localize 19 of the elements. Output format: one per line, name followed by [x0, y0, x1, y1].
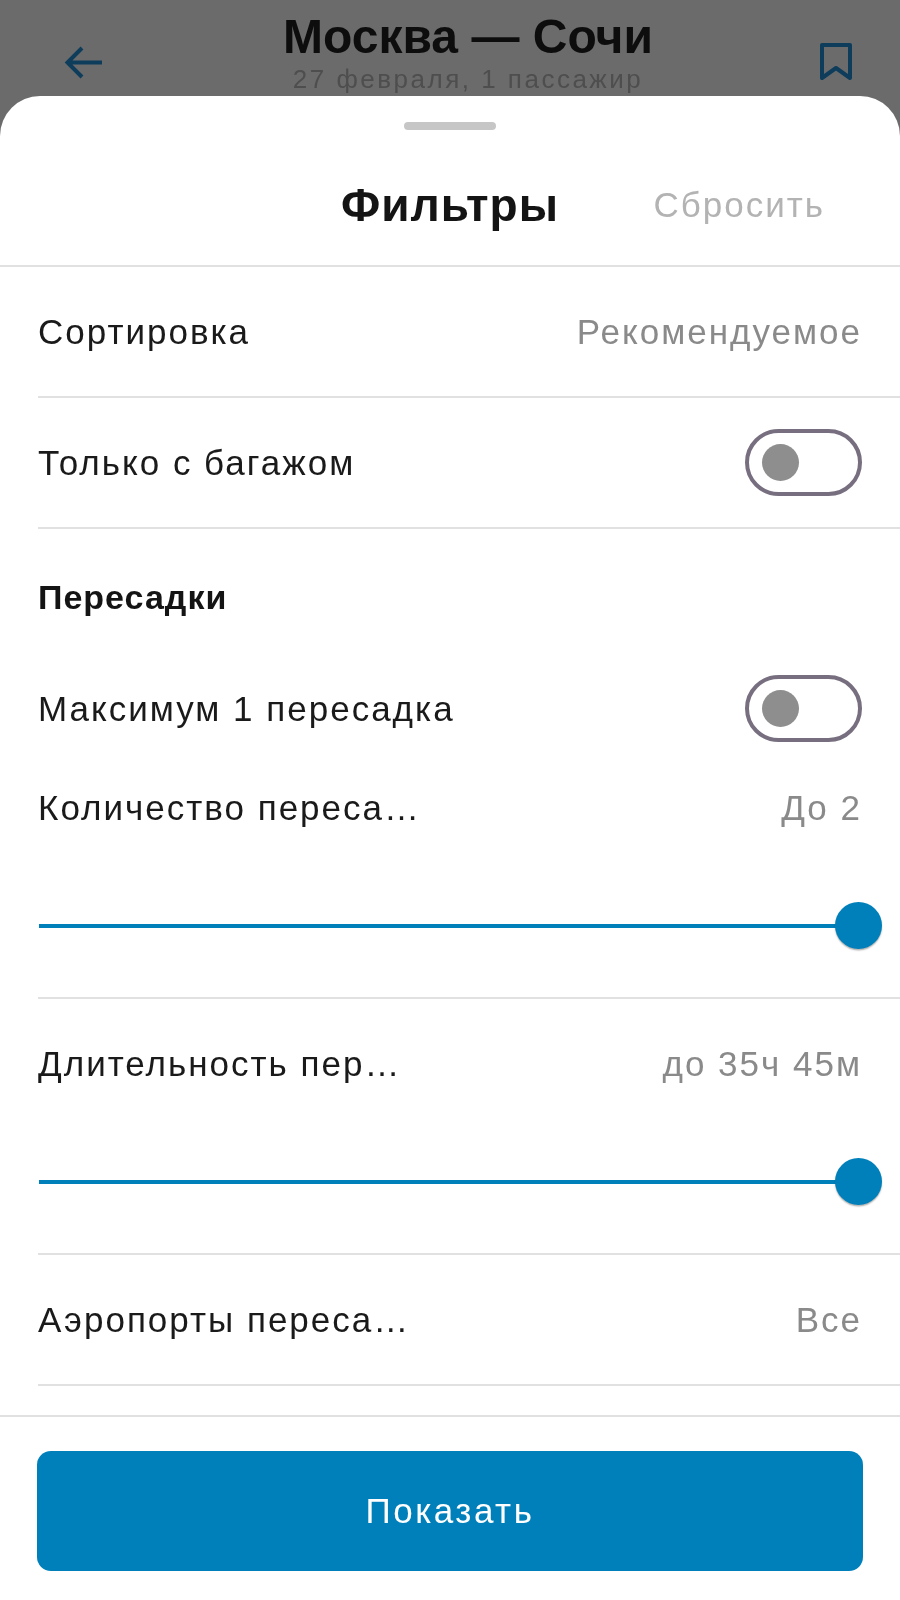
show-button[interactable]: Показать: [37, 1451, 863, 1571]
drag-handle[interactable]: [404, 122, 496, 130]
route-title: Москва — Сочи: [283, 14, 653, 60]
slider-value: До 2: [781, 788, 862, 828]
slider-label: Длительность пер…: [38, 1044, 402, 1084]
filter-label: Аэропорты переса…: [38, 1299, 411, 1340]
section-title: Пересадки: [38, 577, 228, 617]
filter-label: Сортировка: [38, 311, 251, 352]
slider-thumb[interactable]: [835, 902, 882, 949]
toggle-label: Только с багажом: [38, 442, 356, 483]
bookmark-icon[interactable]: [820, 43, 852, 80]
filter-value[interactable]: Рекомендуемое: [576, 311, 862, 352]
back-arrow-icon[interactable]: [64, 46, 102, 79]
slider-label: Количество переса…: [38, 788, 421, 828]
toggle-label: Максимум 1 пересадка: [38, 688, 455, 729]
reset-button[interactable]: Сбросить: [653, 185, 825, 225]
slider-thumb[interactable]: [835, 1158, 882, 1205]
filter-value[interactable]: Все: [795, 1299, 862, 1340]
slider-value: до 35ч 45м: [662, 1044, 862, 1084]
